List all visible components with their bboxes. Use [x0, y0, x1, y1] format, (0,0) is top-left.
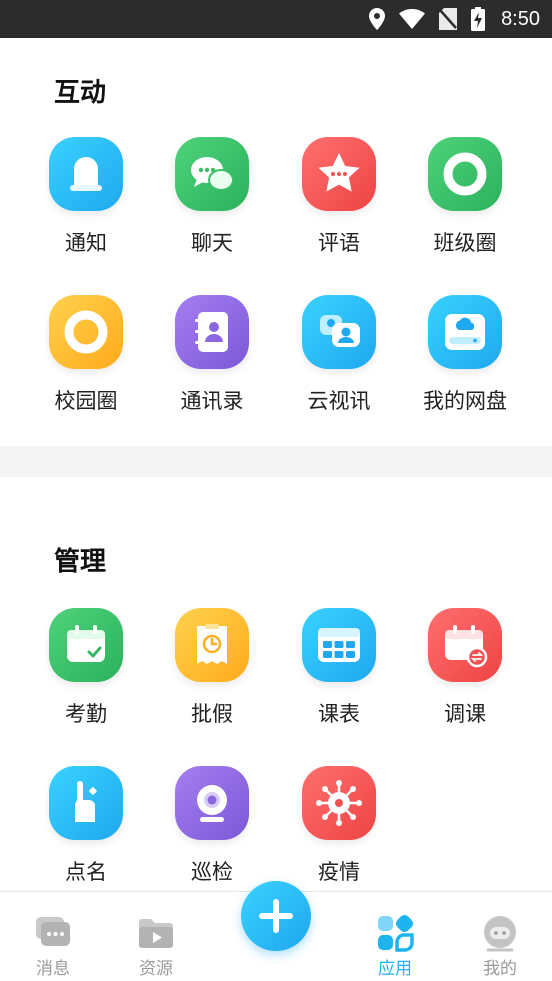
app-label: 调课	[444, 702, 486, 726]
chat-bubbles-icon	[175, 137, 249, 211]
star-comment-icon	[302, 137, 376, 211]
nav-tab-apps[interactable]: 应用	[340, 892, 450, 981]
nav-label: 资源	[139, 959, 173, 979]
app-class-circle[interactable]: 班级圈	[410, 137, 520, 257]
ring-icon	[49, 295, 123, 369]
app-contacts[interactable]: 通讯录	[157, 295, 267, 415]
app-attendance[interactable]: 考勤	[31, 608, 141, 728]
video-folder-icon	[139, 919, 173, 948]
app-screen: 8:50 互动 通知 聊天 评语 班级圈 校园圈 通讯录 云视讯 我的网盘 管理…	[0, 0, 552, 981]
nav-tab-profile[interactable]: 我的	[445, 892, 552, 981]
app-chat[interactable]: 聊天	[157, 137, 267, 257]
app-video-chat[interactable]: 云视讯	[284, 295, 394, 415]
ring-icon	[428, 137, 502, 211]
hand-raise-icon	[49, 766, 123, 840]
app-leave-approval[interactable]: 批假	[157, 608, 267, 728]
management-section: 管理 考勤 批假 课表 调课 点名 巡检 疫情	[0, 477, 552, 891]
app-campus-circle[interactable]: 校园圈	[31, 295, 141, 415]
messages-icon	[36, 917, 70, 946]
app-label: 考勤	[65, 702, 107, 726]
timetable-icon	[302, 608, 376, 682]
nav-tab-messages[interactable]: 消息	[0, 892, 108, 981]
leave-clock-icon	[175, 608, 249, 682]
app-course-swap[interactable]: 调课	[410, 608, 520, 728]
app-timetable[interactable]: 课表	[284, 608, 394, 728]
app-label: 班级圈	[433, 231, 497, 255]
nav-label: 应用	[378, 959, 412, 979]
app-label: 聊天	[191, 231, 233, 255]
app-label: 批假	[191, 702, 233, 726]
apps-icon	[378, 914, 414, 952]
app-label: 校园圈	[54, 389, 118, 413]
app-patrol[interactable]: 巡检	[157, 766, 267, 886]
status-bar: 8:50	[0, 0, 552, 38]
app-label: 课表	[318, 702, 360, 726]
app-cloud-drive[interactable]: 我的网盘	[410, 295, 520, 415]
calendar-check-icon	[49, 608, 123, 682]
app-roll-call[interactable]: 点名	[31, 766, 141, 886]
section-title-management: 管理	[54, 547, 107, 577]
app-epidemic[interactable]: 疫情	[284, 766, 394, 886]
bell-icon	[49, 137, 123, 211]
status-time: 8:50	[501, 7, 540, 30]
app-label: 评语	[318, 231, 360, 255]
interaction-section: 互动 通知 聊天 评语 班级圈 校园圈 通讯录 云视讯 我的网盘	[0, 38, 552, 446]
virus-icon	[302, 766, 376, 840]
app-label: 云视讯	[307, 389, 371, 413]
battery-charging-icon	[471, 7, 486, 31]
app-label: 通知	[65, 231, 107, 255]
wifi-icon	[399, 9, 426, 29]
nav-tab-resources[interactable]: 资源	[101, 892, 211, 981]
add-button[interactable]	[241, 881, 311, 951]
nav-label: 我的	[483, 959, 517, 979]
location-icon	[369, 8, 386, 30]
profile-icon	[484, 916, 516, 952]
plus-icon	[259, 899, 293, 933]
calendar-swap-icon	[428, 608, 502, 682]
contacts-book-icon	[175, 295, 249, 369]
no-sim-icon	[439, 8, 458, 30]
app-label: 通讯录	[180, 389, 244, 413]
app-comments[interactable]: 评语	[284, 137, 394, 257]
section-title-interaction: 互动	[54, 78, 107, 108]
app-notice[interactable]: 通知	[31, 137, 141, 257]
video-chat-icon	[302, 295, 376, 369]
nav-label: 消息	[36, 959, 70, 979]
app-label: 我的网盘	[423, 389, 507, 413]
app-label: 点名	[65, 860, 107, 884]
cloud-drive-icon	[428, 295, 502, 369]
webcam-icon	[175, 766, 249, 840]
